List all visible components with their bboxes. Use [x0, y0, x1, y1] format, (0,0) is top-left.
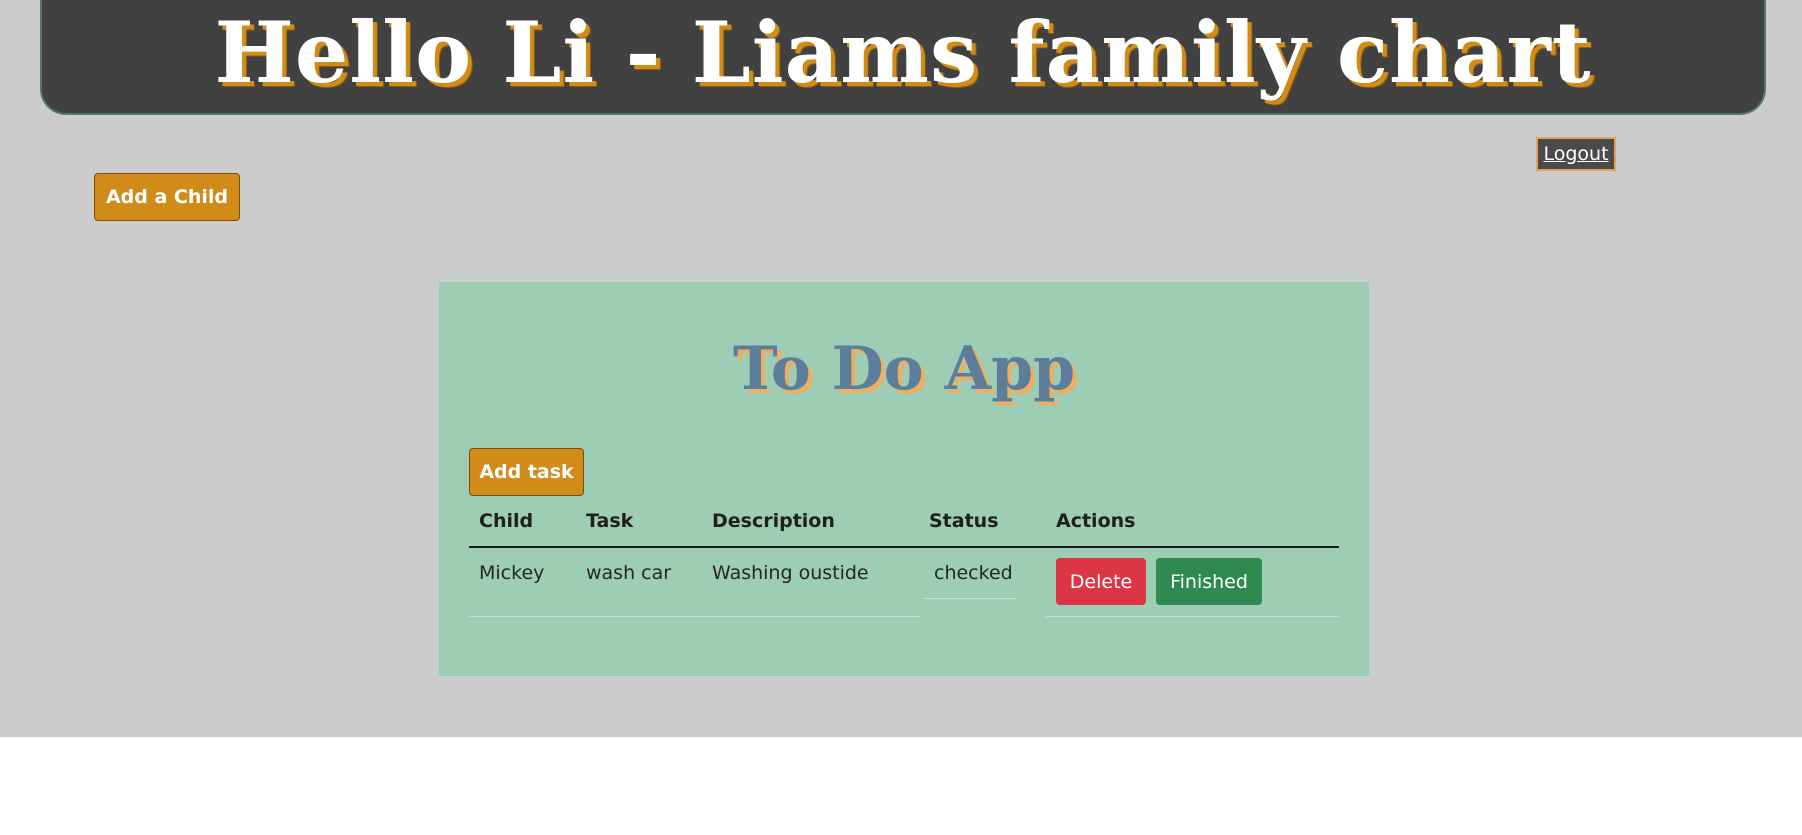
page-title: Hello Li - Liams family chart	[214, 3, 1592, 102]
column-header-status: Status	[929, 510, 999, 532]
logout-button[interactable]: Logout	[1536, 137, 1616, 171]
column-header-child: Child	[479, 510, 534, 532]
finish-task-button[interactable]: Finished	[1156, 558, 1262, 605]
delete-task-button[interactable]: Delete	[1056, 558, 1146, 605]
header-banner: Hello Li - Liams family chart	[40, 0, 1766, 115]
table-header-divider	[469, 546, 1339, 548]
column-header-task: Task	[586, 510, 634, 532]
cell-task: wash car	[586, 562, 672, 584]
column-header-actions: Actions	[1056, 510, 1136, 532]
row-divider	[469, 616, 920, 617]
todo-title: To Do App	[732, 334, 1076, 404]
column-header-description: Description	[712, 510, 835, 532]
add-task-button[interactable]: Add task	[469, 448, 584, 496]
cell-description: Washing oustide	[712, 562, 869, 584]
todo-panel: To Do App Add task Child Task Descriptio…	[438, 281, 1370, 677]
actions-divider	[1046, 616, 1339, 617]
cell-status: checked	[934, 562, 1013, 584]
add-child-button[interactable]: Add a Child	[94, 173, 240, 221]
cell-child: Mickey	[479, 562, 545, 584]
status-divider	[924, 598, 1016, 599]
